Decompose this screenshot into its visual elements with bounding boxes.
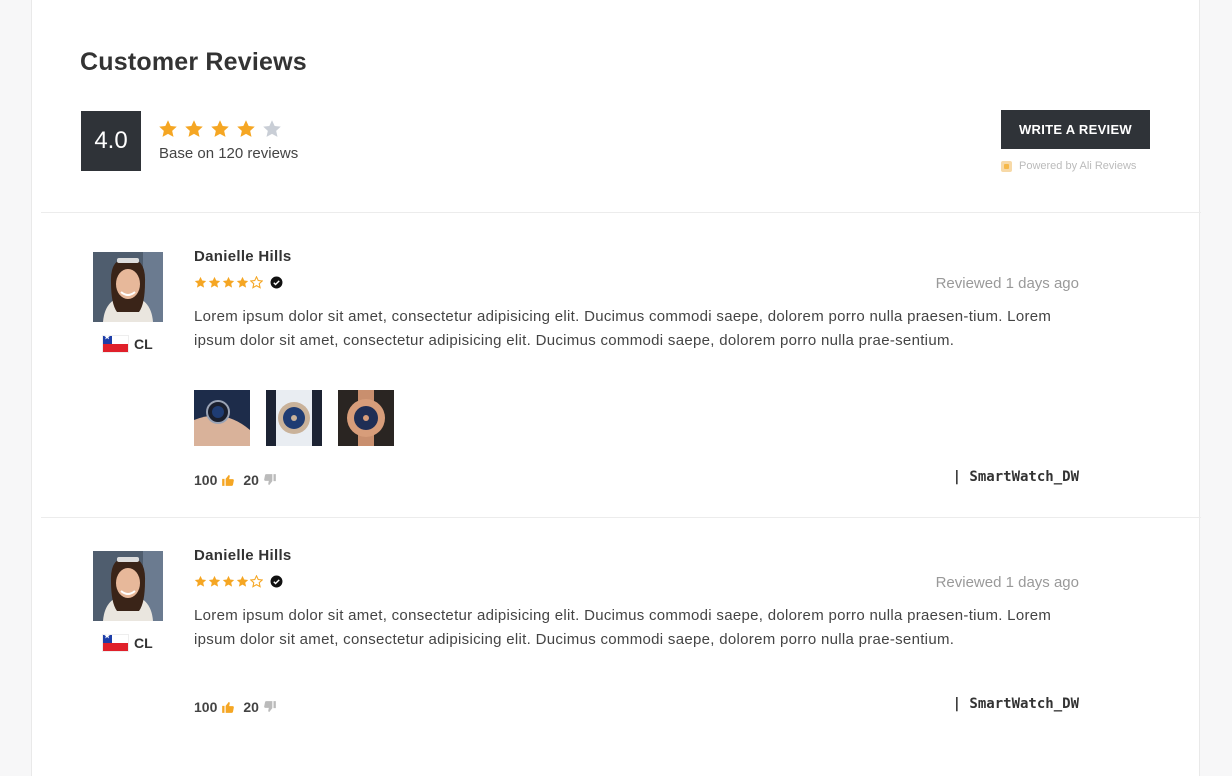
review-rating-stars: [194, 276, 283, 289]
star-icon: [222, 575, 235, 587]
product-name[interactable]: | SmartWatch_DW: [953, 469, 1079, 485]
product-name[interactable]: | SmartWatch_DW: [953, 696, 1079, 712]
star-icon: [208, 276, 221, 288]
write-review-button[interactable]: WRITE A REVIEW: [1001, 110, 1150, 149]
avatar: [93, 252, 163, 322]
watch-photo-thumbnail[interactable]: [338, 390, 394, 446]
thumbs-down-icon[interactable]: [263, 700, 277, 714]
star-icon: [185, 120, 203, 137]
reviewer-country: CL: [103, 632, 153, 651]
review-votes: 100 20: [194, 472, 285, 488]
star-empty-icon: [250, 575, 263, 588]
average-score: 4.0: [81, 111, 141, 171]
star-icon: [159, 120, 177, 137]
avatar: [93, 551, 163, 621]
review-text: Lorem ipsum dolor sit amet, consectetur …: [194, 308, 1052, 349]
review-votes: 100 20: [194, 699, 285, 715]
star-icon: [222, 276, 235, 288]
verified-check-icon: [270, 575, 283, 588]
verified-check-icon: [270, 276, 283, 289]
powered-by[interactable]: Powered by Ali Reviews: [1001, 160, 1136, 172]
star-icon: [236, 276, 249, 288]
star-icon: [208, 575, 221, 587]
review-date: Reviewed 1 days ago: [935, 275, 1079, 292]
review-count-text: Base on 120 reviews: [159, 145, 299, 162]
thumbs-down-icon[interactable]: [263, 473, 277, 487]
country-code: CL: [134, 635, 153, 651]
page-title: Customer Reviews: [80, 48, 307, 76]
powered-by-text: Powered by Ali Reviews: [1019, 160, 1137, 172]
thumbs-up-icon[interactable]: [221, 473, 235, 487]
summary-rating-stars: [158, 119, 282, 139]
reviewer-name: Danielle Hills: [194, 248, 292, 265]
reviews-card: Customer Reviews 4.0 Base on 120 reviews…: [31, 0, 1201, 776]
like-count: 100: [194, 699, 218, 715]
star-empty-icon: [250, 276, 263, 289]
review-date: Reviewed 1 days ago: [935, 574, 1079, 591]
review-rating-stars: [194, 575, 283, 588]
watch-photo-thumbnail[interactable]: [194, 390, 250, 446]
divider: [41, 517, 1201, 518]
chile-flag-icon: [103, 333, 128, 352]
star-icon: [237, 120, 255, 137]
dislike-count: 20: [243, 699, 259, 715]
thumbs-up-icon[interactable]: [221, 700, 235, 714]
ali-reviews-logo-icon: [1001, 160, 1012, 172]
review-text: Lorem ipsum dolor sit amet, consectetur …: [194, 607, 1052, 648]
star-icon: [211, 120, 229, 137]
star-empty-icon: [263, 120, 281, 137]
country-code: CL: [134, 336, 153, 352]
star-icon: [236, 575, 249, 587]
star-icon: [194, 575, 207, 587]
star-icon: [194, 276, 207, 288]
reviewer-name: Danielle Hills: [194, 547, 292, 564]
dislike-count: 20: [243, 472, 259, 488]
review-photos: [194, 390, 394, 446]
chile-flag-icon: [103, 632, 128, 651]
divider: [41, 212, 1201, 213]
like-count: 100: [194, 472, 218, 488]
watch-photo-thumbnail[interactable]: [266, 390, 322, 446]
reviewer-country: CL: [103, 333, 153, 352]
